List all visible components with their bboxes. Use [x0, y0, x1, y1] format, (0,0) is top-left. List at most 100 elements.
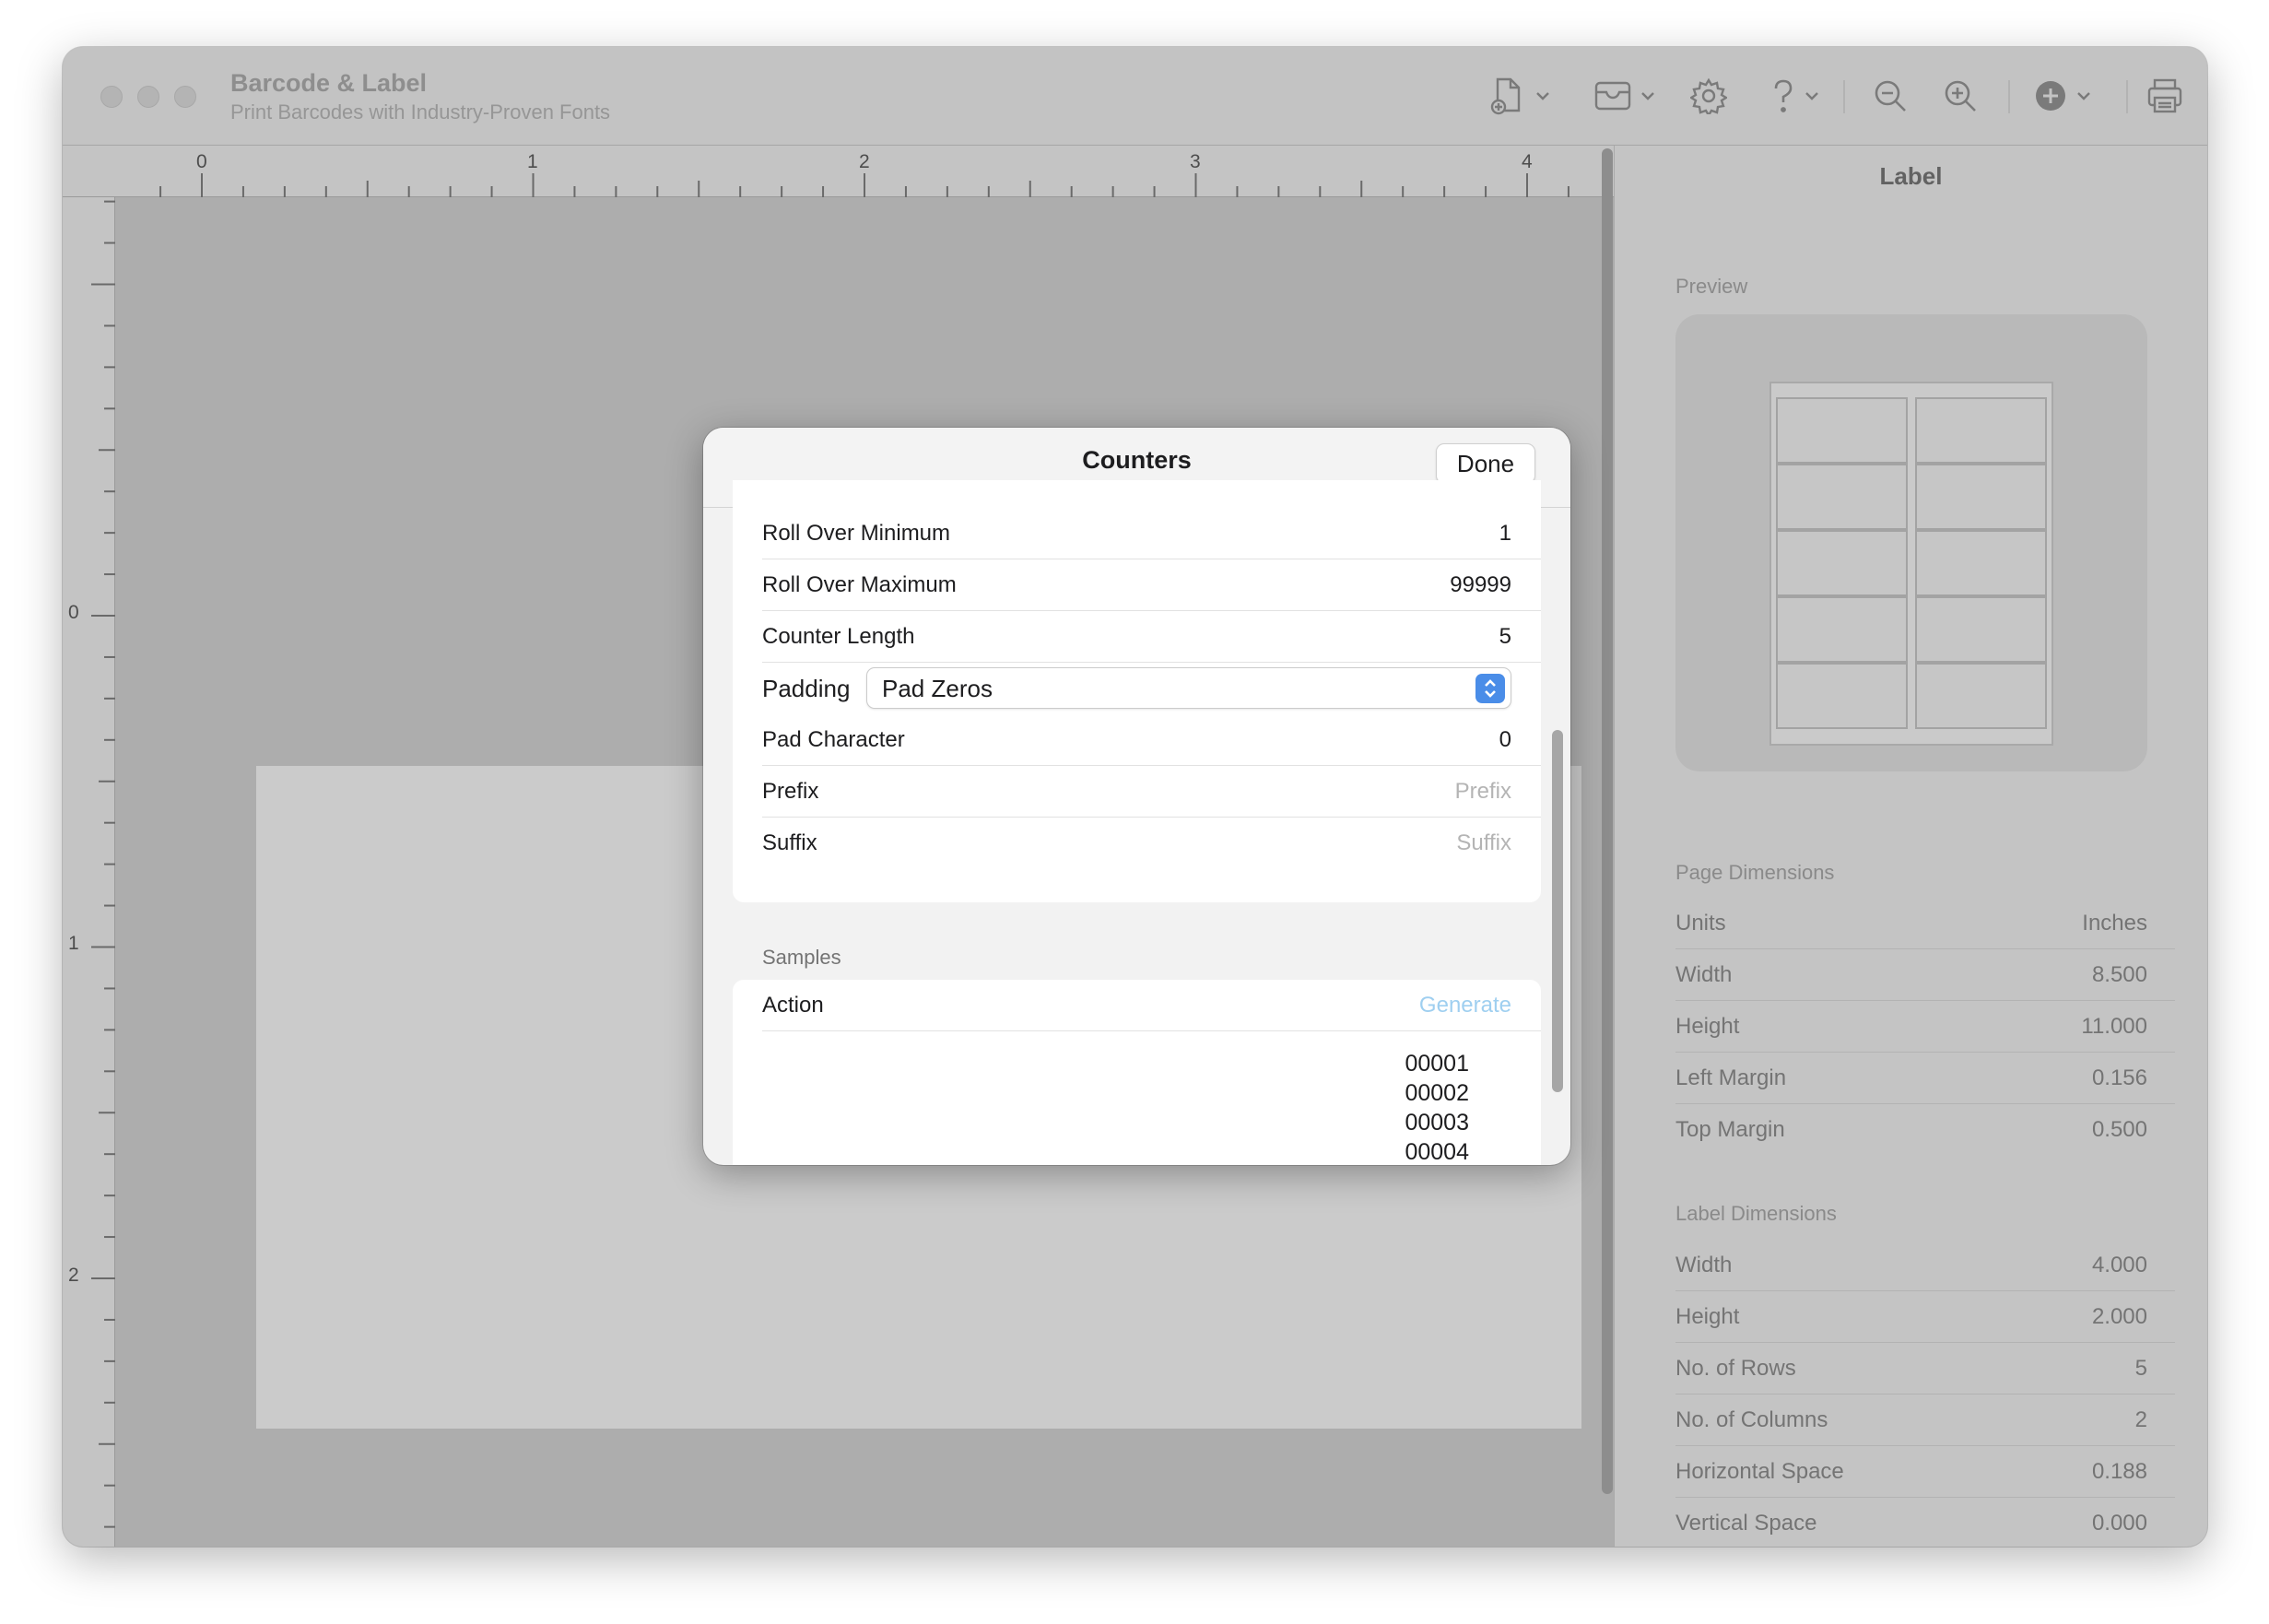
preview-cell [1915, 596, 2047, 663]
action-label: Action [762, 993, 824, 1018]
row-value: 4.000 [2091, 1253, 2147, 1277]
row-value: Inches [2082, 911, 2147, 936]
page-dimensions-heading: Page Dimensions [1675, 861, 1835, 884]
add-circle-icon [2036, 81, 2065, 111]
dialog-scrollbar[interactable] [1552, 730, 1563, 1092]
roll-over-minimum-row[interactable]: Roll Over Minimum 1 [733, 508, 1541, 559]
counter-length-label: Counter Length [762, 624, 915, 649]
page-units-row[interactable]: Units Inches [1675, 898, 2175, 949]
preview-sheet [1769, 382, 2053, 746]
row-value: 2.000 [2091, 1304, 2147, 1329]
minimize-window-button[interactable] [137, 86, 159, 108]
ruler-label: 1 [527, 151, 538, 172]
label-horizontal-space-row[interactable]: Horizontal Space 0.188 [1675, 1446, 2175, 1498]
generate-button[interactable]: Generate [1419, 993, 1511, 1018]
label-dimensions-heading: Label Dimensions [1675, 1202, 1837, 1225]
prefix-row[interactable]: Prefix Prefix [733, 766, 1541, 818]
dialog-scroll-content[interactable]: Roll Over Minimum 1 Roll Over Maximum 99… [703, 480, 1570, 1165]
vertical-ruler: 0 1 2 [63, 197, 115, 1547]
zoom-out-button[interactable] [1872, 75, 1909, 117]
zoom-window-button[interactable] [174, 86, 196, 108]
pad-character-field[interactable]: 0 [1499, 727, 1511, 753]
row-label: Top Margin [1675, 1117, 1785, 1142]
row-label: Height [1675, 1304, 1740, 1329]
zoom-in-button[interactable] [1942, 75, 1979, 117]
row-value: 11.000 [2081, 1014, 2147, 1039]
label-height-row[interactable]: Height 2.000 [1675, 1291, 2175, 1343]
page-width-row[interactable]: Width 8.500 [1675, 949, 2175, 1001]
prefix-field[interactable]: Prefix [1455, 779, 1511, 805]
zoom-in-icon [1945, 80, 1976, 112]
canvas-scrollbar[interactable] [1602, 148, 1613, 1494]
row-label: No. of Columns [1675, 1407, 1828, 1432]
row-label: Vertical Space [1675, 1511, 1817, 1536]
preview-cell [1915, 464, 2047, 530]
vertical-ruler-ticks [91, 200, 115, 1528]
chevron-down-icon [1536, 92, 1549, 100]
title-bar: Barcode & Label Print Barcodes with Indu… [63, 47, 2207, 146]
suffix-field[interactable]: Suffix [1456, 830, 1511, 856]
row-label: Width [1675, 962, 1733, 987]
row-value: 2 [2134, 1407, 2147, 1432]
preview-cell [1776, 596, 1908, 663]
sample-value: 00002 [1405, 1080, 1469, 1106]
toolbar-separator [1843, 80, 1845, 113]
page-top-margin-row[interactable]: Top Margin 0.500 [1675, 1104, 2175, 1156]
label-rows-row[interactable]: No. of Rows 5 [1675, 1343, 2175, 1395]
roll-over-minimum-field[interactable]: 1 [1499, 521, 1511, 547]
suffix-row[interactable]: Suffix Suffix [733, 818, 1541, 869]
tray-icon [1594, 81, 1631, 111]
preview-cell [1915, 397, 2047, 464]
padding-selected-value: Pad Zeros [882, 675, 993, 702]
pad-character-row[interactable]: Pad Character 0 [733, 714, 1541, 766]
counter-settings-group: Roll Over Minimum 1 Roll Over Maximum 99… [733, 480, 1541, 902]
preview-cell [1915, 663, 2047, 729]
row-value: 0.000 [2091, 1511, 2147, 1536]
roll-over-minimum-label: Roll Over Minimum [762, 521, 951, 546]
roll-over-maximum-field[interactable]: 99999 [1450, 572, 1511, 598]
counter-length-field[interactable]: 5 [1499, 624, 1511, 650]
row-label: No. of Rows [1675, 1356, 1796, 1381]
settings-button[interactable] [1690, 75, 1727, 117]
print-button[interactable] [2146, 75, 2184, 117]
zoom-out-icon [1875, 80, 1906, 112]
row-value: 0.156 [2091, 1065, 2147, 1090]
help-menu-button[interactable] [1769, 75, 1821, 117]
label-columns-row[interactable]: No. of Columns 2 [1675, 1395, 2175, 1446]
counters-dialog: Counters Done Roll Over Minimum 1 Roll O… [703, 428, 1570, 1165]
sample-values-list: 00001 00002 00003 00004 00005 [1405, 1049, 1469, 1165]
prefix-label: Prefix [762, 779, 819, 804]
inspector-panel: Label Preview Page Dimensions Units Inche… [1614, 146, 2207, 1547]
row-label: Width [1675, 1253, 1733, 1277]
label-preview [1675, 314, 2147, 771]
padding-select[interactable]: Pad Zeros [866, 667, 1511, 709]
done-button[interactable]: Done [1436, 443, 1535, 484]
add-menu-button[interactable] [2034, 75, 2093, 117]
counter-length-row[interactable]: Counter Length 5 [733, 611, 1541, 663]
new-document-icon [1490, 77, 1521, 115]
page-left-margin-row[interactable]: Left Margin 0.156 [1675, 1053, 2175, 1104]
padding-row: Padding Pad Zeros [733, 663, 1541, 714]
pad-character-label: Pad Character [762, 727, 905, 752]
horizontal-ruler-ticks [159, 173, 1611, 197]
row-value: 0.188 [2091, 1459, 2147, 1484]
label-vertical-space-row[interactable]: Vertical Space 0.000 [1675, 1498, 2175, 1547]
ruler-label: 4 [1522, 151, 1533, 172]
close-window-button[interactable] [100, 86, 123, 108]
ruler-label: 1 [68, 933, 79, 954]
app-subtitle: Print Barcodes with Industry-Proven Font… [230, 100, 611, 124]
tray-menu-button[interactable] [1593, 75, 1657, 117]
new-document-button[interactable] [1489, 75, 1552, 117]
popup-arrows-icon [1475, 674, 1505, 703]
roll-over-maximum-row[interactable]: Roll Over Maximum 99999 [733, 559, 1541, 611]
page-height-row[interactable]: Height 11.000 [1675, 1001, 2175, 1053]
row-value: 5 [2134, 1356, 2147, 1381]
toolbar-separator [2126, 80, 2128, 113]
preview-cell [1776, 663, 1908, 729]
samples-heading: Samples [762, 946, 841, 969]
row-label: Horizontal Space [1675, 1459, 1844, 1484]
label-width-row[interactable]: Width 4.000 [1675, 1240, 2175, 1291]
app-title: Barcode & Label [230, 69, 428, 97]
row-label: Left Margin [1675, 1065, 1787, 1090]
preview-cell [1776, 530, 1908, 596]
